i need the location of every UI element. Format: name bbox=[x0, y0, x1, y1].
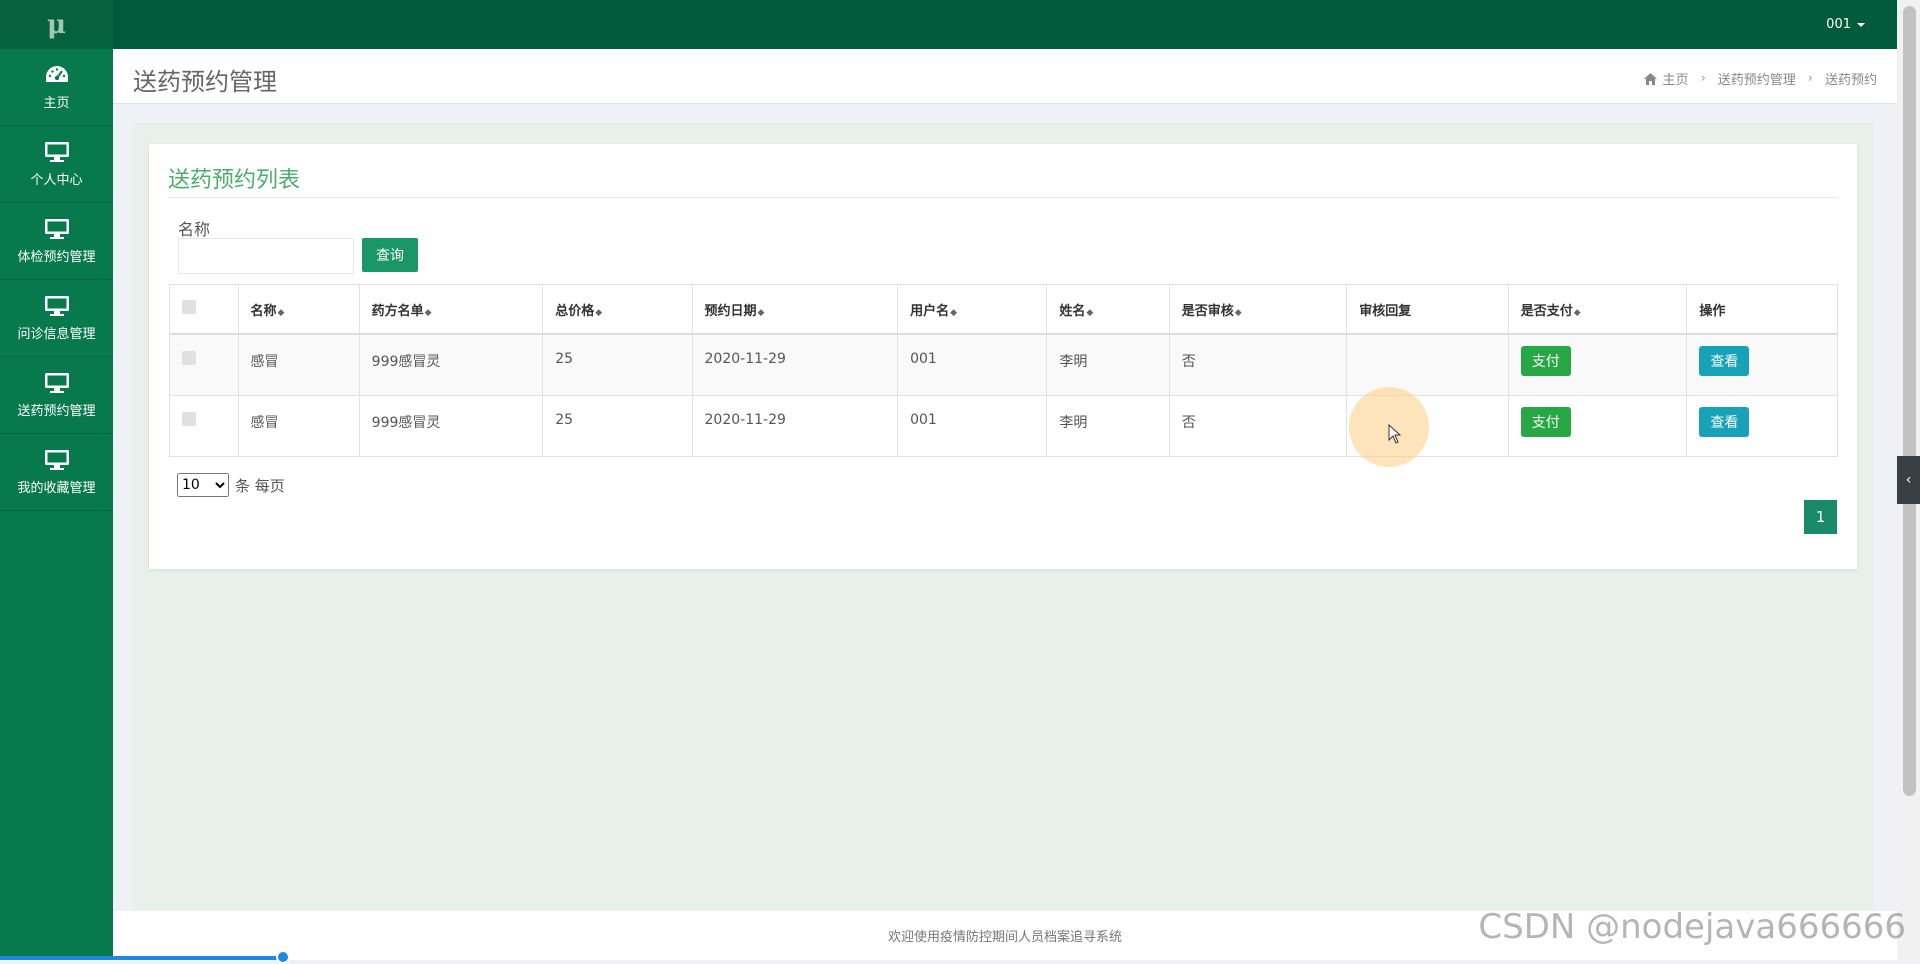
view-button[interactable]: 查看 bbox=[1699, 346, 1750, 376]
monitor-icon bbox=[44, 372, 69, 393]
chevron-right-icon: › bbox=[1807, 71, 1813, 86]
sort-icon: ◆ bbox=[595, 307, 603, 318]
cell-reviewed: 否 bbox=[1168, 333, 1348, 396]
top-navbar: 001 bbox=[113, 0, 1897, 49]
app-logo: μ bbox=[0, 0, 113, 49]
mouse-cursor-icon bbox=[1388, 424, 1402, 444]
search-label: 名称 bbox=[178, 220, 211, 239]
cell-pay: 支付 bbox=[1507, 394, 1688, 457]
breadcrumb: 主页 › 送药预约管理 › 送药预约 bbox=[1643, 69, 1877, 88]
divider bbox=[168, 197, 1838, 198]
column-header-prescription[interactable]: 药方名单◆ bbox=[358, 284, 544, 335]
table-header-row: 名称◆ 药方名单◆ 总价格◆ 预约日期◆ 用户名◆ 姓名◆ 是否审核◆ 审核回复… bbox=[169, 284, 1838, 335]
pay-button[interactable]: 支付 bbox=[1520, 406, 1571, 437]
cell-prescription: 999感冒灵 bbox=[358, 394, 544, 457]
progress-bar bbox=[0, 956, 283, 960]
sidebar-item-label: 主页 bbox=[43, 95, 70, 111]
view-button[interactable]: 查看 bbox=[1699, 406, 1750, 437]
breadcrumb-current: 送药预约 bbox=[1824, 73, 1877, 88]
column-header-reply: 审核回复 bbox=[1346, 284, 1509, 335]
data-table: 名称◆ 药方名单◆ 总价格◆ 预约日期◆ 用户名◆ 姓名◆ 是否审核◆ 审核回复… bbox=[169, 284, 1838, 457]
caret-down-icon bbox=[1857, 22, 1865, 27]
sort-icon: ◆ bbox=[1573, 307, 1581, 318]
side-panel-toggle[interactable]: ‹ bbox=[1897, 456, 1920, 504]
column-header-username[interactable]: 用户名◆ bbox=[897, 284, 1048, 335]
cell-date: 2020-11-29 bbox=[691, 394, 899, 457]
cell-prescription: 999感冒灵 bbox=[358, 333, 544, 396]
card-title: 送药预约列表 bbox=[168, 168, 301, 193]
cell-realname: 李明 bbox=[1046, 333, 1170, 396]
sidebar-item-consultation[interactable]: 问诊信息管理 bbox=[0, 280, 113, 357]
column-header-paid[interactable]: 是否支付◆ bbox=[1507, 284, 1688, 335]
sidebar-item-label: 送药预约管理 bbox=[17, 403, 96, 419]
sort-icon: ◆ bbox=[950, 307, 958, 318]
sidebar-item-exam-booking[interactable]: 体检预约管理 bbox=[0, 203, 113, 280]
cell-realname: 李明 bbox=[1046, 394, 1170, 457]
chevron-right-icon: › bbox=[1700, 71, 1706, 86]
table-row: 感冒 999感冒灵 25 2020-11-29 001 李明 否 支付 查看 bbox=[169, 333, 1838, 396]
footer-text: 欢迎使用疫情防控期间人员档案追寻系统 bbox=[887, 930, 1122, 945]
sidebar-item-home[interactable]: 主页 bbox=[0, 49, 113, 126]
column-header-name[interactable]: 名称◆ bbox=[237, 284, 360, 335]
sort-icon: ◆ bbox=[424, 307, 432, 318]
sort-icon: ◆ bbox=[277, 307, 285, 318]
cell-price: 25 bbox=[542, 333, 693, 396]
user-menu-dropdown[interactable]: 001 bbox=[1826, 0, 1865, 49]
column-header-date[interactable]: 预约日期◆ bbox=[691, 284, 899, 335]
sidebar-item-label: 体检预约管理 bbox=[17, 249, 96, 265]
sort-icon: ◆ bbox=[757, 307, 765, 318]
cell-actions: 查看 bbox=[1686, 394, 1838, 457]
page-size-select[interactable]: 10 bbox=[177, 473, 229, 497]
pay-button[interactable]: 支付 bbox=[1520, 346, 1571, 376]
cell-date: 2020-11-29 bbox=[691, 333, 899, 396]
column-header-reviewed[interactable]: 是否审核◆ bbox=[1168, 284, 1348, 335]
sidebar-item-label: 问诊信息管理 bbox=[17, 326, 96, 342]
sidebar-item-favorites[interactable]: 我的收藏管理 bbox=[0, 434, 113, 511]
sidebar-item-label: 我的收藏管理 bbox=[17, 480, 96, 496]
monitor-icon bbox=[44, 449, 69, 470]
page-title: 送药预约管理 bbox=[133, 68, 277, 96]
sidebar-item-medicine-delivery[interactable]: 送药预约管理 bbox=[0, 357, 113, 434]
list-card: 送药预约列表 名称 查询 名称◆ 药方名单◆ 总价格◆ 预约日期◆ 用户名◆ 姓… bbox=[149, 144, 1857, 569]
pagination-page-button[interactable]: 1 bbox=[1804, 500, 1837, 534]
progress-handle[interactable] bbox=[276, 950, 290, 964]
sidebar: μ 主页 个人中心 体检预约管理 问诊信息管理 送药预约管理 我的收藏管理 bbox=[0, 0, 113, 960]
sort-icon: ◆ bbox=[1234, 307, 1242, 318]
cell-actions: 查看 bbox=[1686, 333, 1838, 396]
sort-icon: ◆ bbox=[1086, 307, 1094, 318]
column-header-actions: 操作 bbox=[1686, 284, 1838, 335]
scrollbar-thumb[interactable] bbox=[1903, 6, 1916, 796]
table-row: 感冒 999感冒灵 25 2020-11-29 001 李明 否 支付 查看 bbox=[169, 394, 1838, 457]
page-size-label: 条 每页 bbox=[235, 477, 285, 495]
user-name: 001 bbox=[1826, 17, 1851, 32]
sidebar-item-personal-center[interactable]: 个人中心 bbox=[0, 126, 113, 203]
breadcrumb-section[interactable]: 送药预约管理 bbox=[1718, 69, 1796, 88]
cell-name: 感冒 bbox=[237, 394, 360, 457]
monitor-icon bbox=[44, 295, 69, 316]
search-input[interactable] bbox=[178, 238, 354, 274]
cell-name: 感冒 bbox=[237, 333, 360, 396]
column-header-realname[interactable]: 姓名◆ bbox=[1046, 284, 1170, 335]
dashboard-icon bbox=[45, 65, 68, 82]
watermark: CSDN @nodejava666666 bbox=[1478, 907, 1906, 947]
select-all-checkbox[interactable] bbox=[169, 284, 239, 335]
cell-reviewed: 否 bbox=[1168, 394, 1348, 457]
cell-price: 25 bbox=[542, 394, 693, 457]
cell-username: 001 bbox=[897, 333, 1048, 396]
monitor-icon bbox=[44, 141, 69, 162]
page-header: 送药预约管理 主页 › 送药预约管理 › 送药预约 bbox=[113, 49, 1897, 104]
breadcrumb-home[interactable]: 主页 bbox=[1663, 69, 1689, 88]
content-area: 送药预约列表 名称 查询 名称◆ 药方名单◆ 总价格◆ 预约日期◆ 用户名◆ 姓… bbox=[133, 123, 1873, 911]
monitor-icon bbox=[44, 218, 69, 239]
chevron-left-icon: ‹ bbox=[1905, 472, 1912, 488]
row-checkbox[interactable] bbox=[169, 333, 239, 396]
cell-reply bbox=[1346, 333, 1509, 396]
cell-pay: 支付 bbox=[1507, 333, 1688, 396]
cell-username: 001 bbox=[897, 394, 1048, 457]
search-button[interactable]: 查询 bbox=[362, 238, 418, 272]
row-checkbox[interactable] bbox=[169, 394, 239, 457]
column-header-price[interactable]: 总价格◆ bbox=[542, 284, 693, 335]
home-icon bbox=[1643, 72, 1657, 85]
sidebar-item-label: 个人中心 bbox=[30, 172, 83, 188]
